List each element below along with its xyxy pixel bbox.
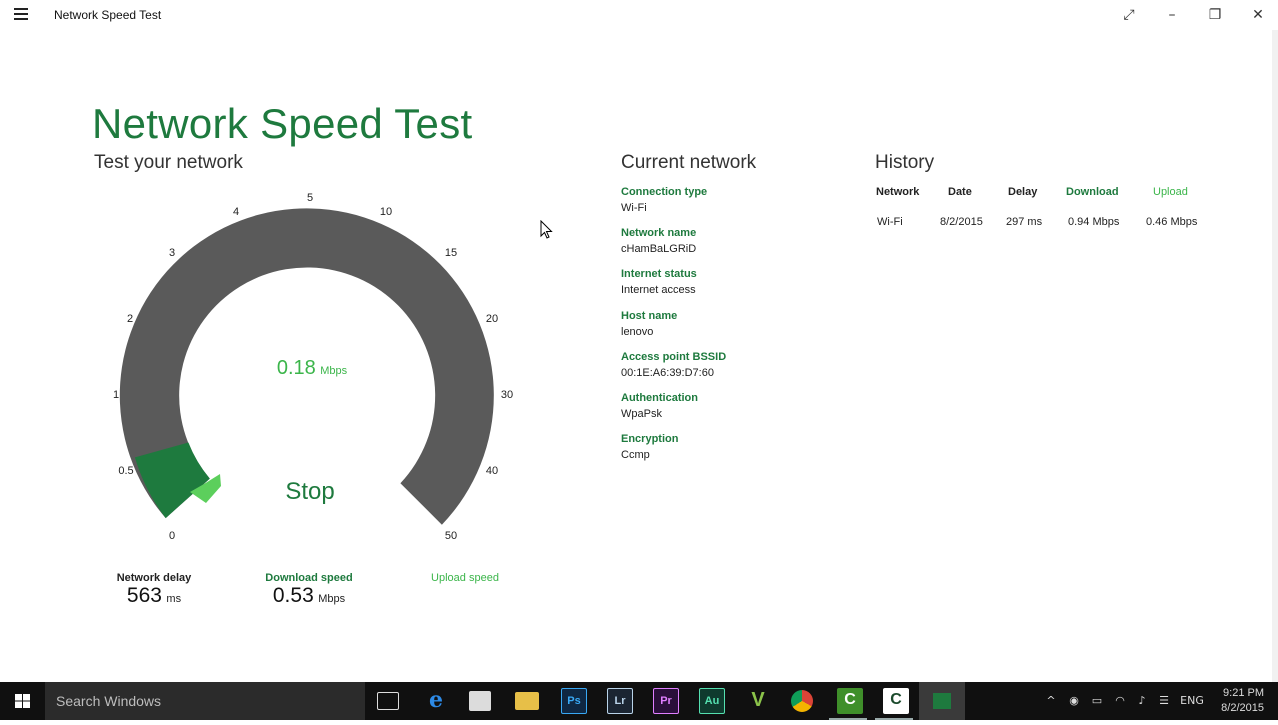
history-title: History (875, 152, 935, 173)
task-view-icon[interactable] (377, 692, 399, 710)
vectorize-icon[interactable]: V (745, 688, 771, 714)
clock-time: 9:21 PM (1223, 687, 1264, 699)
scale-label: 15 (445, 247, 457, 259)
network-delay-unit: ms (166, 593, 182, 605)
network-delay-value: 563 (126, 584, 162, 607)
scale-label: 50 (445, 530, 457, 542)
network-info-item: Encryption Ccmp (621, 433, 821, 474)
current-speed-unit: Mbps (320, 365, 348, 377)
history-cell-network: Wi-Fi (877, 216, 903, 228)
edge-icon[interactable]: e (423, 688, 449, 714)
camtasia-icon[interactable]: C (837, 688, 863, 714)
network-info-item: Connection type Wi-Fi (621, 186, 821, 227)
taskbar-search-input[interactable]: Search Windows (45, 682, 365, 720)
network-info-label: Encryption (621, 433, 679, 446)
download-speed-label: Download speed (265, 572, 353, 584)
current-network-list: Connection type Wi-Fi Network name cHamB… (621, 186, 821, 474)
network-info-label: Host name (621, 309, 678, 322)
scale-label: 1 (113, 389, 119, 401)
network-info-label: Authentication (621, 391, 698, 404)
network-delay-label: Network delay (116, 572, 192, 584)
download-speed-metric: Download speed 0.53 Mbps (249, 572, 369, 608)
scale-label: 2 (127, 313, 133, 325)
audition-icon[interactable]: Au (699, 688, 725, 714)
history-cell-delay: 297 ms (1006, 216, 1043, 228)
scale-label: 40 (486, 465, 498, 477)
premiere-icon[interactable]: Pr (653, 688, 679, 714)
speed-gauge: 0 0.5 1 2 3 4 5 10 15 20 30 40 50 (113, 192, 513, 542)
scale-label: 3 (169, 247, 175, 259)
download-speed-value: 0.53 (272, 584, 314, 607)
windows-start-icon[interactable] (0, 682, 45, 720)
camtasia-recorder-icon[interactable]: C (883, 688, 909, 714)
language-indicator[interactable]: ENG (1178, 682, 1206, 720)
speed-test-taskbar-button[interactable] (919, 682, 965, 720)
scale-label: 0.5 (118, 465, 133, 477)
network-info-value: Ccmp (621, 449, 650, 462)
network-delay-metric: Network delay 563 ms (94, 572, 214, 608)
wifi-icon[interactable]: ◠ (1110, 682, 1130, 720)
network-info-item: Internet status Internet access (621, 268, 821, 309)
scale-label: 30 (501, 389, 513, 401)
network-info-item: Access point BSSID 00:1E:A6:39:D7:60 (621, 351, 821, 392)
scale-label: 4 (233, 206, 239, 218)
network-info-label: Connection type (621, 186, 708, 198)
close-icon[interactable]: ✕ (1243, 4, 1273, 26)
network-info-item: Authentication WpaPsk (621, 392, 821, 433)
minimize-icon[interactable]: – (1157, 4, 1187, 26)
history-cell-download: 0.94 Mbps (1068, 216, 1120, 228)
history-col-download: Download (1066, 186, 1119, 198)
network-info-value: Wi-Fi (621, 202, 647, 214)
scale-label: 20 (486, 313, 498, 325)
chrome-icon[interactable] (791, 690, 813, 712)
network-info-label: Access point BSSID (621, 350, 727, 363)
current-network-title: Current network (621, 152, 757, 173)
taskbar: Search Windows e Ps Lr Pr Au V C C ^ ◉ ▭… (0, 682, 1278, 720)
network-info-value: 00:1E:A6:39:D7:60 (621, 366, 714, 379)
mouse-cursor-icon (540, 220, 553, 239)
history-cell-date: 8/2/2015 (940, 216, 983, 228)
history-col-date: Date (948, 186, 972, 198)
history-cell-upload: 0.46 Mbps (1146, 216, 1198, 228)
speed-test-icon (933, 693, 951, 709)
lightroom-icon[interactable]: Lr (607, 688, 633, 714)
taskbar-clock[interactable]: 9:21 PM 8/2/2015 (1221, 686, 1264, 716)
clock-date: 8/2/2015 (1221, 702, 1264, 714)
network-info-value: lenovo (621, 325, 654, 338)
photoshop-icon[interactable]: Ps (561, 688, 587, 714)
stop-button[interactable]: Stop (270, 478, 350, 506)
history-col-delay: Delay (1008, 186, 1038, 198)
network-info-item: Network name cHamBaLGRiD (621, 227, 821, 268)
restore-icon[interactable]: ❐ (1200, 4, 1230, 26)
battery-icon[interactable]: ▭ (1087, 682, 1107, 720)
volume-icon[interactable]: ♪ (1132, 682, 1152, 720)
network-info-label: Internet status (621, 268, 697, 281)
action-center-icon[interactable]: ☰ (1154, 682, 1174, 720)
history-col-upload: Upload (1153, 186, 1188, 198)
network-info-value: WpaPsk (621, 407, 662, 420)
record-icon[interactable]: ◉ (1064, 682, 1084, 720)
download-speed-unit: Mbps (318, 593, 346, 605)
network-info-value: cHamBaLGRiD (621, 243, 697, 256)
store-icon[interactable] (469, 691, 491, 711)
scale-label: 10 (380, 206, 392, 218)
current-speed-value: 0.18 (276, 357, 316, 379)
history-col-network: Network (876, 186, 920, 198)
current-speed-readout: 0.18 Mbps (262, 357, 362, 380)
expand-icon[interactable]: ⤢ (1114, 4, 1144, 26)
network-info-item: Host name lenovo (621, 310, 821, 351)
upload-speed-metric: Upload speed (405, 572, 525, 584)
file-explorer-icon[interactable] (515, 692, 539, 710)
upload-speed-label: Upload speed (431, 572, 499, 584)
scrollbar[interactable] (1272, 30, 1278, 682)
scale-label: 0 (169, 530, 175, 542)
scale-label: 5 (307, 192, 313, 204)
network-info-value: Internet access (621, 284, 696, 297)
network-info-label: Network name (621, 227, 697, 240)
show-hidden-icons-icon[interactable]: ^ (1042, 682, 1060, 720)
